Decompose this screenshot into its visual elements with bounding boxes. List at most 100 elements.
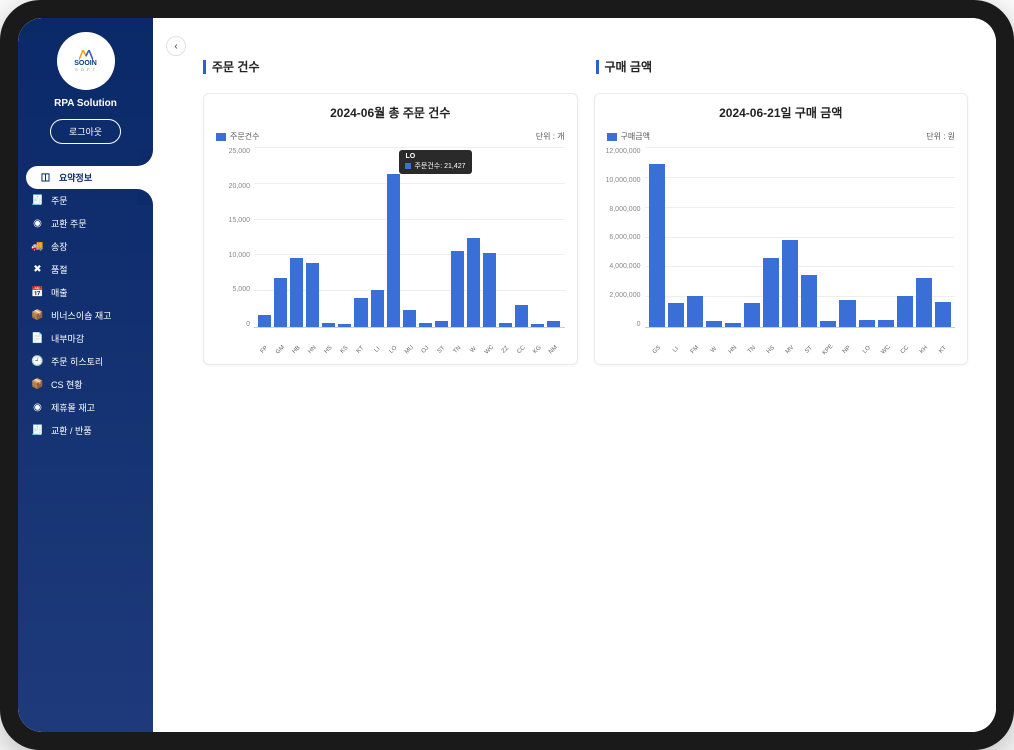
sidebar-item-order[interactable]: 🧾주문: [18, 189, 153, 212]
bar[interactable]: [403, 310, 416, 327]
bar[interactable]: [387, 174, 400, 327]
bar[interactable]: [725, 323, 741, 327]
bar[interactable]: [531, 324, 544, 327]
y-tick-label: 4,000,000: [609, 263, 640, 270]
x-tick-label: WC: [878, 342, 894, 358]
tooltip-category: LO: [405, 153, 465, 160]
logout-button[interactable]: 로그아웃: [50, 119, 121, 144]
bar[interactable]: [467, 238, 480, 327]
bar[interactable]: [435, 321, 448, 327]
chart-title: 2024-06월 총 주문 건수: [216, 104, 565, 121]
sidebar-item-shipping[interactable]: 🚚송장: [18, 235, 153, 258]
sidebar-item-sales[interactable]: 📅매출: [18, 281, 153, 304]
bar[interactable]: [820, 321, 836, 327]
bar[interactable]: [483, 253, 496, 327]
sidebar-collapse-button[interactable]: ‹: [166, 36, 186, 56]
bar[interactable]: [687, 296, 703, 327]
bar[interactable]: [354, 298, 367, 327]
x-tick-label: ST: [435, 343, 448, 356]
bar[interactable]: [290, 258, 303, 327]
bar[interactable]: [258, 315, 271, 327]
sidebar-item-label: 주문 히스토리: [51, 355, 103, 368]
legend-swatch-icon: [216, 133, 226, 141]
nav-list: ◫요약정보🧾주문◉교환 주문🚚송장 ✖ 품절 📅매출📦비너스이숌 재고📄내부마감 🕘 주문…: [18, 166, 153, 442]
sidebar-item-summary[interactable]: ◫요약정보: [26, 166, 153, 189]
sidebar-item-label: 제휴몰 재고: [51, 401, 95, 414]
soldout-icon: ✖: [32, 264, 43, 275]
bar[interactable]: [451, 251, 464, 327]
sidebar-item-label: 비너스이숌 재고: [51, 309, 111, 322]
sidebar-item-label: 요약정보: [59, 171, 92, 184]
x-axis: FPGMHBHNHSKSKTLILOMUOJSTTNWWCZZCCKGNM: [254, 347, 565, 353]
bar[interactable]: [782, 240, 798, 327]
tooltip-swatch-icon: [405, 163, 411, 169]
bar[interactable]: [897, 296, 913, 327]
bar[interactable]: [916, 278, 932, 327]
sidebar-item-label: 매출: [51, 286, 68, 299]
x-tick-label: OJ: [419, 343, 432, 356]
x-tick-label: ZZ: [499, 343, 512, 356]
bar[interactable]: [306, 263, 319, 327]
logo-subtext: S O F T: [75, 67, 96, 72]
x-tick-label: LI: [370, 343, 383, 356]
sidebar-item-soldout[interactable]: ✖ 품절: [18, 258, 153, 281]
bar[interactable]: [878, 320, 894, 327]
x-tick-label: KPE: [821, 342, 837, 358]
bar[interactable]: [744, 303, 760, 327]
bar[interactable]: [935, 302, 951, 327]
x-tick-label: MV: [782, 342, 798, 358]
sidebar-item-affiliate_stock[interactable]: ◉ 제휴몰 재고: [18, 396, 153, 419]
sidebar: SOOIN S O F T RPA Solution 로그아웃 ◫요약정보🧾주문…: [18, 18, 153, 732]
bar[interactable]: [547, 321, 560, 327]
x-tick-label: WC: [483, 343, 496, 356]
bar[interactable]: [706, 321, 722, 327]
bar[interactable]: [801, 275, 817, 327]
bar[interactable]: [515, 305, 528, 327]
legend-label: 구매금액: [621, 131, 650, 142]
bar[interactable]: [649, 164, 665, 327]
bar[interactable]: [338, 324, 351, 327]
x-tick-label: LO: [386, 343, 399, 356]
section-header-amount: 구매 금액: [596, 58, 969, 75]
bar[interactable]: [274, 278, 287, 327]
y-tick-label: 25,000: [229, 148, 250, 155]
y-tick-label: 10,000,000: [605, 177, 640, 184]
bar[interactable]: [859, 320, 875, 327]
x-tick-label: KT: [354, 343, 367, 356]
sidebar-item-label: 주문: [51, 194, 68, 207]
logo-mark-icon: [79, 50, 93, 60]
bar[interactable]: [322, 323, 335, 327]
sidebar-item-exchange_return[interactable]: 🧾교환 / 반품: [18, 419, 153, 442]
x-tick-label: HN: [306, 343, 319, 356]
bars-container: [254, 148, 565, 327]
bar[interactable]: [839, 300, 855, 327]
x-tick-label: GM: [274, 343, 287, 356]
bar[interactable]: [419, 323, 432, 327]
sidebar-item-internal_close[interactable]: 📄내부마감: [18, 327, 153, 350]
sidebar-item-cs_status[interactable]: 📦CS 현황: [18, 373, 153, 396]
x-tick-label: FM: [687, 342, 703, 358]
plot-area: GSLIFMWHNTNHSMVSTKPENPLOWCCCKHKT: [645, 148, 956, 328]
x-tick-label: FP: [258, 343, 271, 356]
sidebar-item-label: 품절: [51, 263, 68, 276]
exchange_order-icon: ◉: [32, 218, 43, 229]
affiliate_stock-icon: ◉: [32, 402, 43, 413]
bar[interactable]: [371, 290, 384, 327]
sidebar-item-label: 교환 / 반품: [51, 424, 92, 437]
x-tick-label: MU: [402, 343, 415, 356]
bar[interactable]: [499, 323, 512, 327]
y-tick-label: 0: [637, 321, 641, 328]
x-tick-label: ST: [801, 342, 817, 358]
sidebar-item-venus_stock[interactable]: 📦비너스이숌 재고: [18, 304, 153, 327]
section-header-orders: 주문 건수: [203, 58, 576, 75]
sidebar-item-exchange_order[interactable]: ◉교환 주문: [18, 212, 153, 235]
chart-card-0: 2024-06월 총 주문 건수주문건수단위 : 개25,00020,00015…: [203, 93, 578, 365]
order_history-icon: 🕘: [32, 356, 43, 367]
y-tick-label: 2,000,000: [609, 292, 640, 299]
sidebar-item-order_history[interactable]: 🕘 주문 히스토리: [18, 350, 153, 373]
tooltip-row: 주문건수: 21,427: [405, 161, 465, 171]
x-tick-label: CC: [897, 342, 913, 358]
legend-label: 주문건수: [230, 131, 259, 142]
bar[interactable]: [668, 303, 684, 327]
bar[interactable]: [763, 258, 779, 327]
